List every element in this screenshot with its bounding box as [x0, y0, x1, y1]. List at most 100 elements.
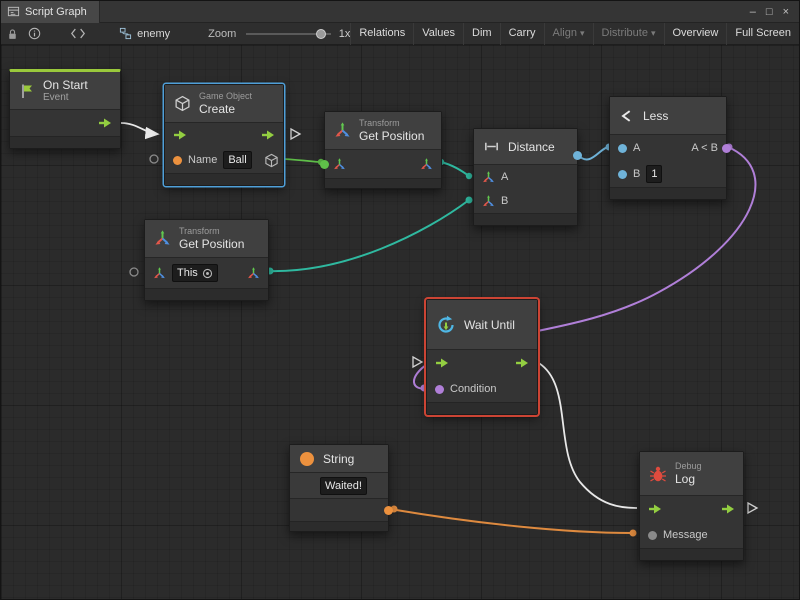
value-port-circle: [130, 268, 138, 276]
transform-icon: [334, 122, 351, 139]
edge-getposition2-to-distance-b: [269, 200, 469, 271]
edge-start-to-create: [121, 123, 157, 134]
graph-canvas[interactable]: On Start Event Game Object Create: [1, 45, 800, 600]
node-header: Debug Log: [640, 452, 743, 496]
cube-icon: [174, 95, 191, 112]
node-wait-until[interactable]: Wait Until Condition: [426, 299, 538, 415]
node-on-start[interactable]: On Start Event: [9, 69, 121, 149]
values-button[interactable]: Values: [413, 23, 463, 45]
axis-icon[interactable]: [482, 171, 495, 184]
gameobject-output-port[interactable]: [264, 153, 279, 168]
zoom-label: Zoom: [208, 28, 236, 40]
port-a-label: A: [633, 142, 640, 154]
zoom-slider-handle[interactable]: [316, 29, 326, 39]
target-picker-icon[interactable]: [202, 268, 213, 279]
overview-button[interactable]: Overview: [664, 23, 727, 45]
target-field[interactable]: This: [172, 264, 218, 282]
carry-button[interactable]: Carry: [500, 23, 544, 45]
maximize-button[interactable]: □: [766, 1, 773, 23]
titlebar: Script Graph – □ ×: [1, 1, 799, 23]
distribute-dropdown[interactable]: Distribute▾: [593, 23, 664, 45]
graph-asset-button[interactable]: enemy: [119, 27, 170, 40]
node-title: Distance: [508, 140, 555, 154]
edge-string-to-debug-message: [390, 509, 632, 533]
node-title: Less: [643, 109, 668, 123]
minimize-button[interactable]: –: [750, 1, 756, 23]
distance-output-port[interactable]: [573, 151, 582, 160]
node-footer: [427, 402, 537, 414]
name-field[interactable]: Ball: [223, 151, 251, 169]
a-input-port[interactable]: [618, 144, 627, 153]
edge-create-to-getposition: [284, 159, 319, 162]
flag-icon: [19, 83, 35, 99]
tab-script-graph[interactable]: Script Graph: [1, 1, 100, 23]
lock-icon[interactable]: [1, 23, 23, 45]
node-footer: [610, 187, 726, 199]
script-graph-window: Script Graph – □ ×: [0, 0, 800, 600]
string-icon: [299, 451, 315, 467]
edge-distance-to-less: [578, 147, 608, 160]
node-header: Game Object Create: [165, 85, 283, 123]
graph-name: enemy: [137, 28, 170, 40]
window-title: Script Graph: [25, 6, 87, 18]
name-label: Name: [188, 154, 217, 166]
node-footer: [10, 136, 120, 148]
wait-icon: [436, 315, 456, 335]
node-footer: [290, 521, 388, 531]
flow-in-port[interactable]: [435, 357, 449, 369]
flow-in-port[interactable]: [173, 129, 187, 141]
dim-button[interactable]: Dim: [463, 23, 500, 45]
condition-input-port[interactable]: [435, 385, 444, 394]
b-input-port[interactable]: [618, 170, 627, 179]
node-title: Log: [675, 472, 702, 486]
node-get-position-top[interactable]: Transform Get Position: [324, 111, 442, 189]
full-screen-button[interactable]: Full Screen: [726, 23, 799, 45]
relations-button[interactable]: Relations: [350, 23, 413, 45]
value-port-circle: [150, 155, 158, 163]
axis-icon[interactable]: [482, 195, 495, 208]
node-title: String: [323, 452, 354, 466]
string-value-field[interactable]: Waited!: [320, 477, 367, 495]
script-graph-tab-icon: [7, 5, 20, 18]
node-header: Transform Get Position: [325, 112, 441, 150]
result-label: A < B: [691, 142, 718, 154]
flow-in-port[interactable]: [648, 503, 662, 515]
result-output-port[interactable]: [722, 144, 731, 153]
edge-endpoint-dot: [466, 173, 472, 179]
node-debug-log[interactable]: Debug Log Message: [639, 451, 744, 561]
axis-icon[interactable]: [153, 267, 166, 280]
align-dropdown[interactable]: Align▾: [544, 23, 593, 45]
node-header: On Start Event: [10, 72, 120, 110]
node-footer: [640, 548, 743, 560]
node-string[interactable]: String Waited!: [289, 444, 389, 532]
chevron-down-icon: ▾: [580, 28, 585, 38]
position-output-port[interactable]: [420, 158, 433, 171]
zoom-value: 1x: [339, 28, 351, 40]
node-footer: [325, 178, 441, 188]
position-output-port[interactable]: [247, 267, 260, 280]
node-header: String: [290, 445, 388, 473]
info-icon[interactable]: [23, 23, 45, 45]
node-create[interactable]: Game Object Create Name Ball: [164, 84, 284, 186]
flow-out-port[interactable]: [98, 117, 112, 129]
node-category: Transform: [359, 118, 424, 129]
node-header: Wait Until: [427, 300, 537, 350]
flow-out-port[interactable]: [261, 129, 275, 141]
zoom-slider[interactable]: [246, 23, 330, 45]
string-output-port[interactable]: [384, 506, 393, 515]
close-button[interactable]: ×: [783, 1, 789, 23]
distance-icon: [483, 138, 500, 155]
transform-input-port[interactable]: [320, 160, 329, 169]
flow-out-port[interactable]: [515, 357, 529, 369]
flow-out-port[interactable]: [721, 503, 735, 515]
node-get-position-left[interactable]: Transform Get Position This: [144, 219, 269, 301]
message-input-port[interactable]: [648, 531, 657, 540]
chevron-down-icon: ▾: [651, 28, 656, 38]
graph-asset-icon: [119, 27, 132, 40]
code-icon[interactable]: [67, 23, 89, 45]
node-footer: [165, 173, 283, 185]
b-value-field[interactable]: 1: [646, 165, 662, 183]
node-less[interactable]: Less A A < B B 1: [609, 96, 727, 200]
name-input-port[interactable]: [173, 156, 182, 165]
node-distance[interactable]: Distance A B: [473, 128, 578, 226]
